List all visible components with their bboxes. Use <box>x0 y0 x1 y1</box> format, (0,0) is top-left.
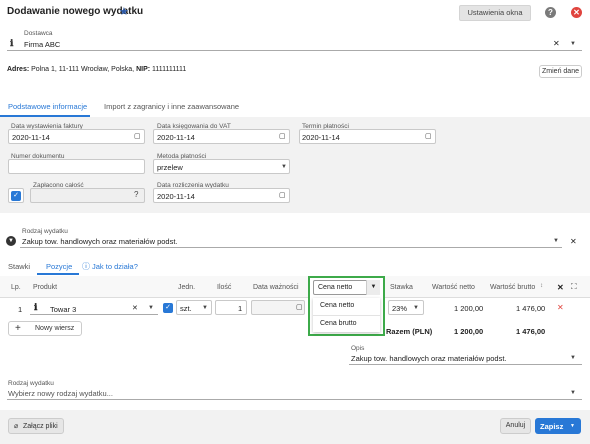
chevron-down-icon[interactable]: ▼ <box>553 238 559 244</box>
tab-rates[interactable]: Stawki <box>8 262 30 271</box>
total-net: 1 200,00 <box>454 327 484 336</box>
attach-files-button[interactable]: ⌀ Załącz pliki <box>8 418 64 434</box>
calendar-icon[interactable]: ▢ <box>279 132 286 140</box>
help-icon[interactable]: ? <box>545 7 556 18</box>
header-rate: Stawka <box>390 284 413 291</box>
description-value: Zakup tow. handlowych oraz materiałów po… <box>351 354 507 363</box>
save-label: Zapisz <box>540 422 564 431</box>
save-button[interactable]: Zapisz ▼ <box>535 418 581 434</box>
total-label: Razem (PLN) <box>386 327 433 336</box>
close-icon[interactable]: ✕ <box>571 7 582 18</box>
supplier-field[interactable] <box>7 37 582 51</box>
expense-type-value: Zakup tow. handlowych oraz materiałów po… <box>22 237 178 246</box>
header-net: Wartość netto <box>432 284 475 291</box>
due-date-value: 2020-11-14 <box>302 133 340 142</box>
row-unit-value: szt. <box>180 304 192 313</box>
chevron-down-icon[interactable]: ▼ <box>413 305 419 311</box>
info-icon: ℹ <box>34 302 38 312</box>
expand-icon[interactable]: ⛶ <box>571 282 577 292</box>
chevron-down-icon[interactable]: ▼ <box>281 164 287 170</box>
header-lp: Lp. <box>11 284 21 291</box>
option-net-price[interactable]: Cena netto <box>320 302 354 309</box>
chevron-down-icon[interactable]: ▼ <box>570 390 576 396</box>
window-settings-button[interactable]: Ustawienia okna <box>459 5 531 21</box>
price-type-value: Cena netto <box>318 284 353 291</box>
cancel-button[interactable]: Anuluj <box>500 418 531 434</box>
active-subtab-indicator <box>37 273 79 275</box>
info-icon: ℹ <box>10 38 14 48</box>
tab-basic-info[interactable]: Podstawowe informacje <box>8 102 87 111</box>
settle-date-value: 2020-11-14 <box>157 192 195 201</box>
paid-help-icon[interactable]: ? <box>134 190 138 199</box>
row-rate-value: 23% <box>392 304 408 313</box>
calendar-icon[interactable]: ▢ <box>134 132 141 140</box>
row-lp: 1 <box>18 305 23 314</box>
total-gross: 1 476,00 <box>516 327 546 336</box>
chevron-down-icon[interactable]: ▼ <box>366 280 380 295</box>
clear-product-icon[interactable]: ✕ <box>132 304 138 312</box>
info-circle-icon: ⓘ <box>82 262 90 271</box>
new-expense-type-placeholder: Wybierz nowy rodzaj wydatku... <box>8 389 113 398</box>
add-row-button[interactable]: + Nowy wiersz <box>8 321 82 336</box>
option-gross-price[interactable]: Cena brutto <box>320 320 357 327</box>
option-divider <box>313 315 380 316</box>
paid-amount-field[interactable] <box>30 188 145 203</box>
chevron-down-icon[interactable]: ▼ <box>570 355 576 361</box>
row-qty-field[interactable] <box>215 300 247 315</box>
header-product: Produkt <box>33 284 58 291</box>
how-it-works-link[interactable]: Jak to działa? <box>92 262 138 271</box>
invoice-date-value: 2020-11-14 <box>12 133 50 142</box>
supplier-label: Dostawca <box>24 30 53 37</box>
row-product-value: Towar 3 <box>50 305 77 314</box>
tab-items[interactable]: Pozycje <box>46 262 72 271</box>
row-net-value: 1 200,00 <box>454 304 484 313</box>
calendar-icon[interactable]: ▢ <box>279 191 286 199</box>
add-row-label: Nowy wiersz <box>35 325 75 332</box>
calendar-icon[interactable]: ▢ <box>425 132 432 140</box>
doc-number-field[interactable] <box>8 159 145 174</box>
row-gross-value: 1 476,00 <box>516 304 546 313</box>
attach-files-label: Załącz pliki <box>23 423 58 430</box>
delete-row-icon[interactable]: ✕ <box>557 303 564 312</box>
plus-icon: + <box>15 323 21 334</box>
vat-date-value: 2020-11-14 <box>157 133 195 142</box>
supplier-value: Firma ABC <box>24 40 61 49</box>
clear-rows-icon[interactable]: ✕ <box>557 283 564 292</box>
clear-supplier-icon[interactable]: ✕ <box>553 39 560 48</box>
header-gross: Wartość brutto <box>490 284 536 291</box>
calendar-icon[interactable]: ▢ <box>296 303 303 311</box>
favorite-star-icon[interactable]: ★ <box>119 5 129 18</box>
paid-checkbox[interactable]: ✓ <box>11 191 21 201</box>
chevron-down-icon[interactable]: ▼ <box>570 41 576 47</box>
chevron-down-icon[interactable]: ▼ <box>570 423 575 429</box>
row-qty-value: 1 <box>238 304 243 313</box>
payment-method-value: przelew <box>157 163 183 172</box>
tab-import-advanced[interactable]: Import z zagranicy i inne zaawansowane <box>104 102 239 111</box>
collapse-chevron-icon[interactable]: ▼ <box>6 236 16 246</box>
change-data-button[interactable]: Zmień dane <box>539 65 582 78</box>
chevron-down-icon[interactable]: ▼ <box>202 305 208 311</box>
supplier-address: Adres: Polna 1, 11-111 Wrocław, Polska, … <box>7 66 187 73</box>
sort-icon[interactable]: ↕ <box>540 283 543 289</box>
remove-expense-type-icon[interactable]: ✕ <box>570 237 577 246</box>
row-checkbox[interactable]: ✓ <box>163 303 173 313</box>
header-unit: Jedn. <box>178 284 196 291</box>
paperclip-icon: ⌀ <box>14 423 19 430</box>
header-qty: Ilość <box>217 284 232 291</box>
header-validity: Data ważności <box>253 284 299 291</box>
chevron-down-icon[interactable]: ▼ <box>148 305 154 311</box>
